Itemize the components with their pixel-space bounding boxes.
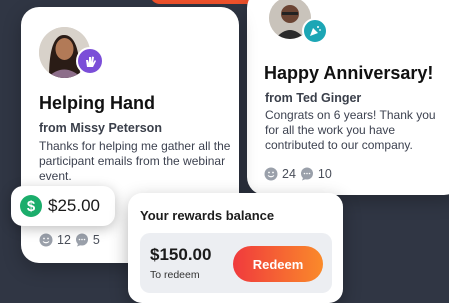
sender-name: from Ted Ginger [265,91,362,105]
redeem-button[interactable]: Redeem [233,246,323,282]
reactions: 12 5 [39,233,100,247]
balance-caption: To redeem [150,269,200,281]
rewards-balance-panel: $150.00 To redeem Redeem [140,233,332,293]
reward-amount: $25.00 [48,196,100,215]
comment-count: 10 [317,167,332,181]
dollar-icon: $ [20,195,42,217]
card-title: Happy Anniversary! [264,63,434,83]
card-message: Thanks for helping me gather all the par… [39,139,231,183]
reward-amount-pill: $ $25.00 [11,186,115,226]
smile-icon[interactable] [264,167,278,181]
comment-icon[interactable] [75,233,89,247]
card-title: Helping Hand [39,93,155,113]
waving-hand-icon [76,47,104,75]
smile-count: 24 [282,167,296,181]
card-message: Congrats on 6 years! Thank you for all t… [265,108,436,152]
recognition-card-anniversary[interactable]: Happy Anniversary! from Ted Ginger Congr… [247,0,449,195]
comment-count: 5 [92,233,100,247]
smile-icon[interactable] [39,233,53,247]
balance-amount: $150.00 [150,245,212,264]
smile-count: 12 [57,233,71,247]
comment-icon[interactable] [300,167,314,181]
rewards-title: Your rewards balance [140,208,275,223]
party-popper-icon [302,18,328,44]
sender-name: from Missy Peterson [39,121,162,135]
rewards-balance-card: Your rewards balance $150.00 To redeem R… [128,193,343,303]
reactions: 24 10 [264,167,332,181]
